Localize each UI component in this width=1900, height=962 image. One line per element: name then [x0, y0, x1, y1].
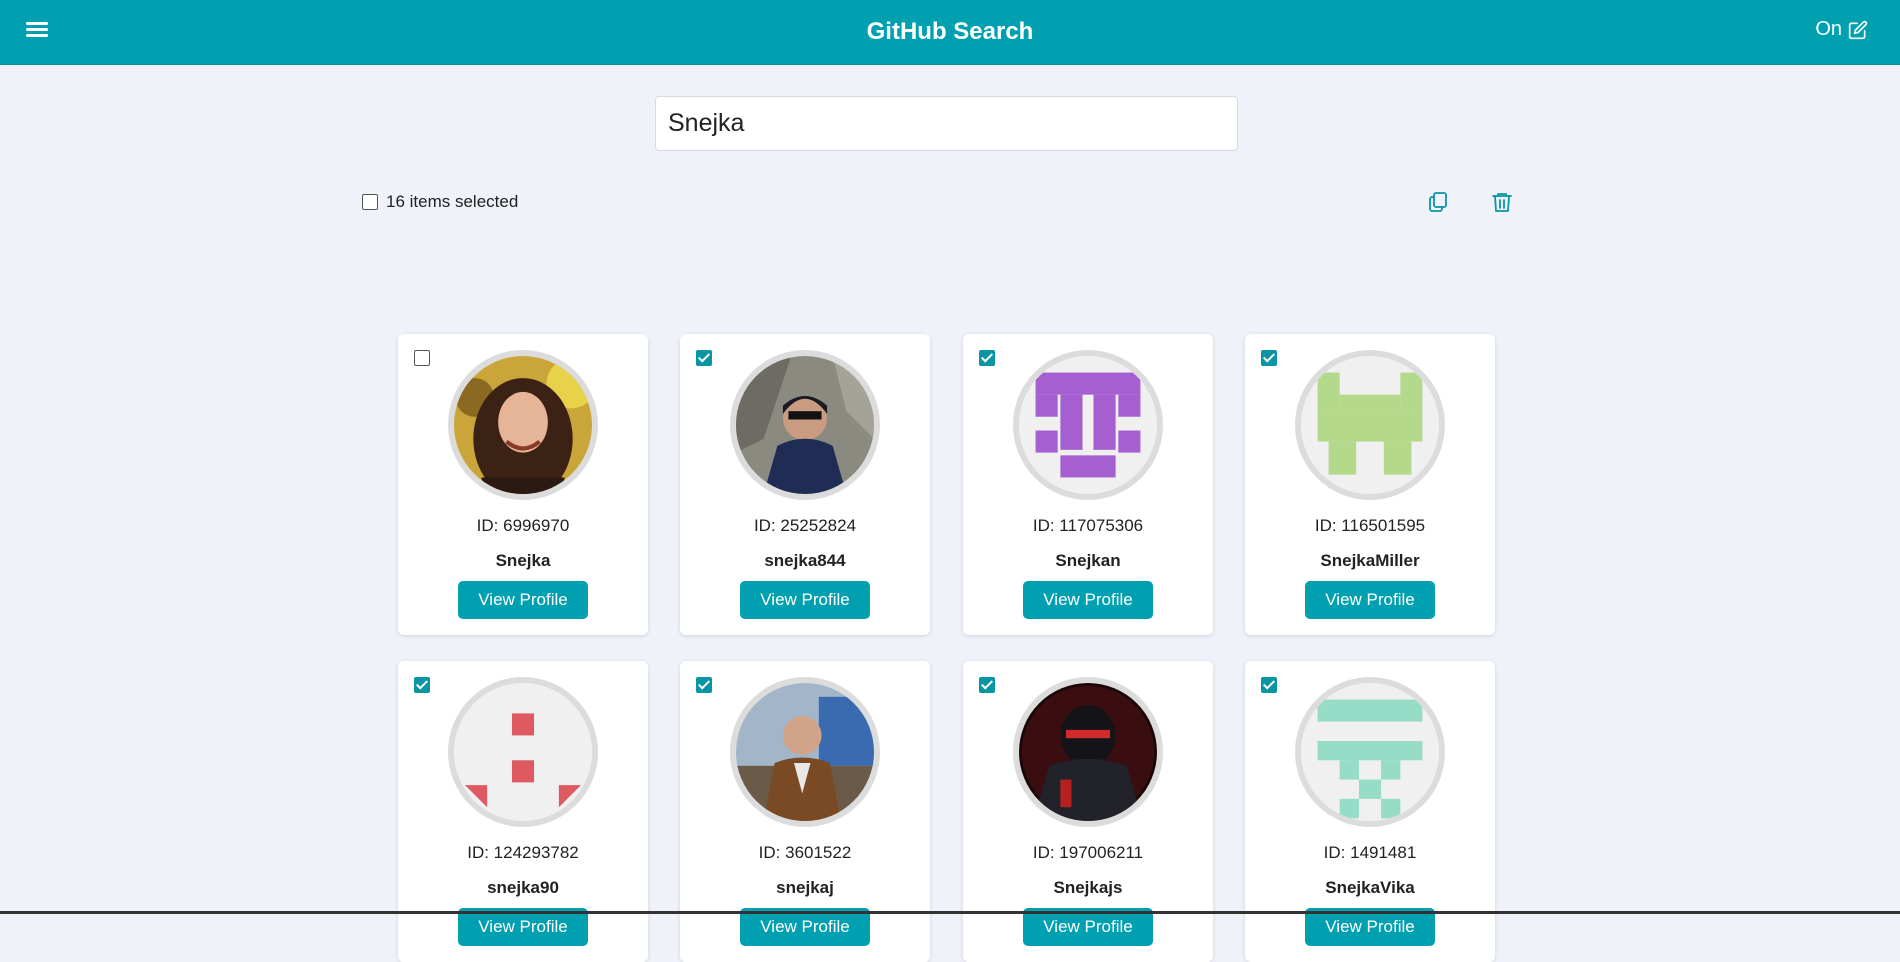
- avatar: [1295, 350, 1445, 500]
- menu-icon[interactable]: [26, 19, 48, 41]
- view-profile-button[interactable]: View Profile: [1305, 581, 1435, 619]
- user-card: ID: 3601522 snejkaj View Profile: [680, 661, 930, 962]
- card-checkbox[interactable]: [414, 350, 430, 366]
- mode-label: On: [1815, 18, 1842, 40]
- avatar: [1013, 350, 1163, 500]
- edit-mode-toggle[interactable]: On: [1815, 18, 1868, 41]
- user-id: ID: 1491481: [1323, 843, 1417, 862]
- edit-icon: [1848, 20, 1868, 39]
- avatar: [730, 677, 880, 827]
- user-id: ID: 116501595: [1314, 516, 1426, 535]
- user-card: ID: 6996970 Snejka View Profile: [398, 334, 648, 635]
- selection-bar: 16 items selected: [362, 192, 518, 212]
- view-profile-button[interactable]: View Profile: [1023, 581, 1153, 619]
- view-profile-button[interactable]: View Profile: [740, 581, 870, 619]
- username: snejkaj: [776, 878, 834, 897]
- username: Snejka: [495, 551, 551, 570]
- user-id: ID: 3601522: [758, 843, 852, 862]
- avatar: [1013, 677, 1163, 827]
- user-id: ID: 197006211: [1032, 843, 1144, 862]
- username: Snejkan: [1055, 551, 1121, 570]
- card-checkbox[interactable]: [979, 350, 995, 366]
- view-profile-button[interactable]: View Profile: [458, 581, 588, 619]
- copy-icon[interactable]: [1426, 190, 1450, 214]
- avatar: [730, 350, 880, 500]
- username: Snejkajs: [1053, 878, 1123, 897]
- avatar: [448, 350, 598, 500]
- user-card: ID: 25252824 snejka844 View Profile: [680, 334, 930, 635]
- card-checkbox[interactable]: [696, 677, 712, 693]
- trash-icon[interactable]: [1490, 190, 1514, 214]
- user-id: ID: 6996970: [476, 516, 570, 535]
- user-id: ID: 25252824: [753, 516, 857, 535]
- header-bar: GitHub Search On: [0, 0, 1900, 65]
- user-card: ID: 116501595 SnejkaMiller View Profile: [1245, 334, 1495, 635]
- app-title: GitHub Search: [866, 18, 1034, 45]
- card-checkbox[interactable]: [979, 677, 995, 693]
- user-card: ID: 124293782 snejka90 View Profile: [398, 661, 648, 962]
- user-id: ID: 117075306: [1032, 516, 1144, 535]
- selection-count: 16 items selected: [386, 192, 519, 211]
- card-checkbox[interactable]: [1261, 677, 1277, 693]
- avatar: [448, 677, 598, 827]
- card-checkbox[interactable]: [414, 677, 430, 693]
- username: snejka844: [764, 551, 846, 570]
- select-all-checkbox[interactable]: [362, 194, 378, 210]
- search-input[interactable]: [655, 96, 1238, 151]
- user-card: ID: 197006211 Snejkajs View Profile: [963, 661, 1213, 962]
- user-card: ID: 117075306 Snejkan View Profile: [963, 334, 1213, 635]
- username: SnejkaVika: [1325, 878, 1415, 897]
- user-card: ID: 1491481 SnejkaVika View Profile: [1245, 661, 1495, 962]
- username: snejka90: [487, 878, 559, 897]
- avatar: [1295, 677, 1445, 827]
- card-checkbox[interactable]: [1261, 350, 1277, 366]
- user-id: ID: 124293782: [467, 843, 579, 862]
- card-checkbox[interactable]: [696, 350, 712, 366]
- username: SnejkaMiller: [1320, 551, 1420, 570]
